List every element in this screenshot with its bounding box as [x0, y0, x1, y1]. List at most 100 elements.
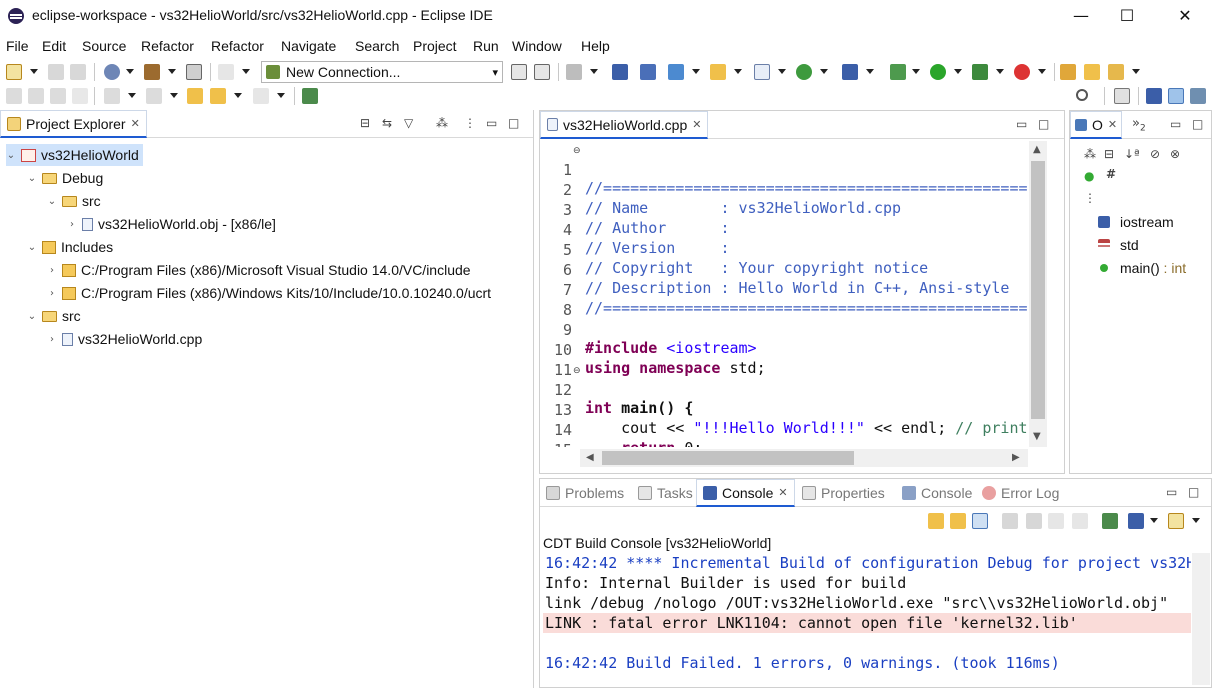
new-folder-icon[interactable]	[710, 64, 726, 80]
tab-tasks[interactable]: Tasks	[632, 479, 699, 507]
scroll-thumb[interactable]	[1031, 161, 1045, 419]
scroll-thumb[interactable]	[602, 451, 854, 465]
code-line[interactable]: 4 // Version :	[540, 203, 1028, 257]
chevron-down-icon[interactable]	[1132, 69, 1140, 74]
code-line[interactable]: 11	[540, 343, 1028, 379]
fold-minus-icon[interactable]: ⊖	[573, 366, 581, 376]
code-line[interactable]: 8	[540, 283, 1028, 319]
more-views-chevron[interactable]: »2	[1132, 116, 1146, 134]
last-edit-icon[interactable]	[187, 88, 203, 104]
maximize-button[interactable]: ☐	[1104, 0, 1150, 32]
code-line[interactable]: 5 // Copyright : Your copyright notice	[540, 223, 1028, 277]
tab-console[interactable]: Console ✕	[696, 479, 795, 507]
hide-macros-icon[interactable]: #	[1106, 167, 1116, 181]
minimize-view-icon[interactable]: ▭	[1166, 485, 1177, 499]
chevron-down-icon[interactable]	[1038, 69, 1046, 74]
tree-item-debug[interactable]: ⌄ Debug	[27, 167, 103, 189]
maximize-view-icon[interactable]: □	[508, 116, 519, 130]
chevron-right-icon[interactable]: ▶	[1012, 452, 1020, 463]
chevron-down-icon[interactable]	[30, 69, 38, 74]
disconnect-icon[interactable]	[534, 64, 550, 80]
annotation-icon[interactable]	[6, 88, 22, 104]
chevron-down-icon[interactable]	[1150, 518, 1158, 523]
menu-refactor[interactable]: Refactor	[141, 38, 194, 54]
display-console-icon[interactable]	[1128, 513, 1144, 529]
collapse-all-icon[interactable]: ⊟	[1104, 147, 1114, 161]
code-line[interactable]: 10 using namespace std;	[540, 323, 1028, 377]
tree-item-includes[interactable]: ⌄ Includes	[27, 236, 113, 258]
chevron-down-icon[interactable]	[778, 69, 786, 74]
outline-item-main[interactable]: main() : int	[1098, 257, 1186, 279]
menu-edit[interactable]: Edit	[42, 38, 66, 54]
gear-icon[interactable]	[104, 64, 120, 80]
editor-horizontal-scrollbar[interactable]: ◀ ▶	[580, 449, 1028, 467]
code-line[interactable]: 3 // Author :	[540, 183, 1028, 237]
code-line[interactable]: 7 //====================================…	[540, 263, 1028, 317]
code-line[interactable]: 14 return 0;	[540, 403, 1028, 447]
menu-run[interactable]: Run	[473, 38, 499, 54]
tab-console-2[interactable]: Console	[896, 479, 978, 507]
chevron-down-icon[interactable]	[590, 69, 598, 74]
console-output[interactable]: 16:42:42 **** Incremental Build of confi…	[543, 553, 1191, 673]
focus-icon[interactable]: ⁂	[436, 116, 448, 130]
chevron-down-icon[interactable]: ⌄	[27, 242, 37, 253]
chevron-down-icon[interactable]: ▾	[492, 66, 498, 79]
chevron-down-icon[interactable]: ⌄	[27, 311, 37, 322]
terminal-icon[interactable]	[612, 64, 628, 80]
menu-navigate[interactable]: Navigate	[281, 38, 336, 54]
close-icon[interactable]: ✕	[131, 117, 140, 130]
resource-perspective-icon[interactable]	[1168, 88, 1184, 104]
chevron-down-icon[interactable]	[168, 69, 176, 74]
menu-project[interactable]: Project	[413, 38, 457, 54]
next-annotation-icon[interactable]	[104, 88, 120, 104]
minimize-view-icon[interactable]: ▭	[486, 116, 497, 130]
chevron-down-icon[interactable]	[820, 69, 828, 74]
close-icon[interactable]: ✕	[1108, 118, 1117, 131]
chevron-up-icon[interactable]: ▲	[1033, 144, 1041, 155]
chevron-down-icon[interactable]	[170, 93, 178, 98]
chevron-down-icon[interactable]	[734, 69, 742, 74]
tree-item-debug-src[interactable]: ⌄ src	[47, 190, 101, 212]
chevron-down-icon[interactable]	[912, 69, 920, 74]
chevron-right-icon[interactable]: ›	[47, 288, 57, 299]
previous-annotation-icon[interactable]	[146, 88, 162, 104]
chevron-down-icon[interactable]	[1192, 518, 1200, 523]
close-icon[interactable]: ✕	[778, 486, 787, 499]
close-icon[interactable]: ✕	[692, 118, 701, 131]
filter-icon[interactable]: ▽	[404, 116, 413, 130]
menu-source[interactable]: Source	[82, 38, 126, 54]
open-console-icon[interactable]	[842, 64, 858, 80]
collapse-all-icon[interactable]: ⊟	[360, 116, 370, 130]
minimize-view-icon[interactable]: ▭	[1170, 117, 1181, 131]
back-arrow-icon[interactable]	[210, 88, 226, 104]
new-source-file-icon[interactable]	[754, 64, 770, 80]
tree-item-include-ucrt[interactable]: › C:/Program Files (x86)/Windows Kits/10…	[47, 282, 491, 304]
connection-combo[interactable]: New Connection... ▾	[261, 61, 503, 83]
chevron-down-icon[interactable]: ▼	[1033, 431, 1041, 442]
cpp-perspective-icon[interactable]	[1146, 88, 1162, 104]
connect-icon[interactable]	[511, 64, 527, 80]
tree-item-cpp-file[interactable]: › vs32HelioWorld.cpp	[47, 328, 202, 350]
code-line[interactable]: 9 #include <iostream>	[540, 303, 1028, 357]
menu-refactor-2[interactable]: Refactor	[211, 38, 264, 54]
forward-arrow-icon[interactable]	[253, 88, 269, 104]
new-icon[interactable]	[6, 64, 22, 80]
new-project-icon[interactable]	[668, 64, 684, 80]
tab-editor-file[interactable]: vs32HelioWorld.cpp ✕	[540, 111, 709, 139]
mark-occurrences-icon[interactable]	[28, 88, 44, 104]
maximize-view-icon[interactable]: □	[1188, 485, 1199, 499]
chevron-down-icon[interactable]: ⌄	[6, 150, 16, 161]
external-tools-icon[interactable]	[1014, 64, 1030, 80]
binary-icon[interactable]	[186, 64, 202, 80]
block-selection-icon[interactable]	[50, 88, 66, 104]
chevron-down-icon[interactable]: ⌄	[47, 196, 57, 207]
tab-outline[interactable]: O ✕	[1070, 111, 1123, 139]
view-menu-icon[interactable]: ⋮	[464, 116, 476, 130]
maximize-view-icon[interactable]: □	[1192, 117, 1203, 131]
hide-fields-icon[interactable]: ⁂	[1084, 147, 1096, 161]
chevron-down-icon[interactable]	[996, 69, 1004, 74]
code-line[interactable]: 13 cout << "!!!Hello World!!!" << endl; …	[540, 383, 1028, 437]
save-icon[interactable]	[48, 64, 64, 80]
fold-minus-icon[interactable]: ⊖	[573, 146, 581, 156]
swap-arrows-icon[interactable]	[218, 64, 234, 80]
